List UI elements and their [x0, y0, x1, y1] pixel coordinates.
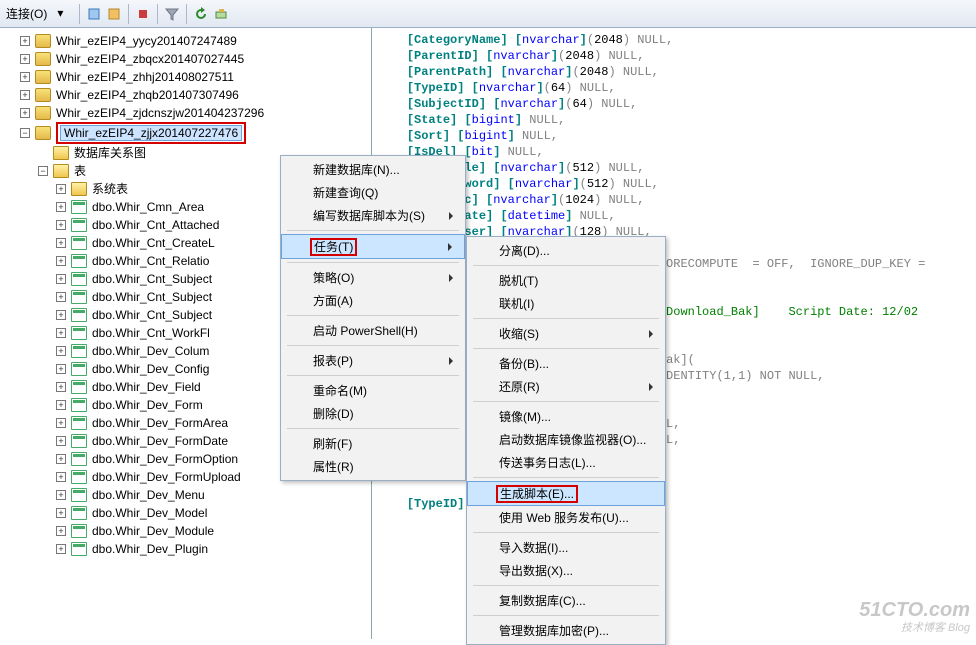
object-explorer-toolbar: 连接(O) ▾ [0, 0, 976, 28]
submenu-import-data[interactable]: 导入数据(I)... [467, 536, 665, 559]
disconnect-icon[interactable] [106, 6, 122, 22]
submenu-publish-web-service[interactable]: 使用 Web 服务发布(U)... [467, 506, 665, 529]
table-icon [71, 362, 87, 376]
menu-script-db-as[interactable]: 编写数据库脚本为(S) [281, 204, 465, 227]
table-icon [71, 416, 87, 430]
submenu-copy-database[interactable]: 复制数据库(C)... [467, 589, 665, 612]
folder-icon [53, 146, 69, 160]
folder-icon [71, 182, 87, 196]
stop-icon[interactable] [135, 6, 151, 22]
submenu-take-offline[interactable]: 脱机(T) [467, 269, 665, 292]
table-icon [71, 254, 87, 268]
filter-icon[interactable] [164, 6, 180, 22]
database-icon [35, 88, 51, 102]
table-icon [71, 218, 87, 232]
table-node[interactable]: +dbo.Whir_Dev_Menu [54, 486, 371, 504]
table-icon [71, 308, 87, 322]
menu-start-powershell[interactable]: 启动 PowerShell(H) [281, 319, 465, 342]
submenu-export-data[interactable]: 导出数据(X)... [467, 559, 665, 582]
refresh-icon[interactable] [193, 6, 209, 22]
db-node[interactable]: +Whir_ezEIP4_zhhj201408027511 [18, 68, 371, 86]
connect-dropdown-icon[interactable]: ▾ [57, 6, 73, 22]
database-icon [35, 34, 51, 48]
submenu-mirror[interactable]: 镜像(M)... [467, 405, 665, 428]
table-icon [71, 344, 87, 358]
table-icon [71, 272, 87, 286]
menu-new-database[interactable]: 新建数据库(N)... [281, 158, 465, 181]
table-icon [71, 398, 87, 412]
submenu-detach[interactable]: 分离(D)... [467, 239, 665, 262]
submenu-generate-scripts[interactable]: 生成脚本(E)... [467, 481, 665, 506]
menu-rename[interactable]: 重命名(M) [281, 379, 465, 402]
submenu-ship-transaction-logs[interactable]: 传送事务日志(L)... [467, 451, 665, 474]
table-icon [71, 542, 87, 556]
submenu-backup[interactable]: 备份(B)... [467, 352, 665, 375]
table-node[interactable]: +dbo.Whir_Dev_Module [54, 522, 371, 540]
submenu-launch-mirror-monitor[interactable]: 启动数据库镜像监视器(O)... [467, 428, 665, 451]
database-icon [35, 106, 51, 120]
table-icon [71, 434, 87, 448]
table-icon [71, 506, 87, 520]
table-icon [71, 380, 87, 394]
connect-label[interactable]: 连接(O) [6, 5, 47, 22]
table-node[interactable]: +dbo.Whir_Dev_Plugin [54, 540, 371, 558]
database-icon [35, 52, 51, 66]
connect-server-icon[interactable] [86, 6, 102, 22]
table-node[interactable]: +dbo.Whir_Dev_Model [54, 504, 371, 522]
menu-properties[interactable]: 属性(R) [281, 455, 465, 478]
menu-reports[interactable]: 报表(P) [281, 349, 465, 372]
watermark: 51CTO.com 技术博客 Blog [859, 601, 970, 637]
db-node[interactable]: +Whir_ezEIP4_zjdcnszjw201404237296 [18, 104, 371, 122]
submenu-bring-online[interactable]: 联机(I) [467, 292, 665, 315]
folder-icon [53, 164, 69, 178]
table-icon [71, 290, 87, 304]
menu-new-query[interactable]: 新建查询(Q) [281, 181, 465, 204]
menu-refresh[interactable]: 刷新(F) [281, 432, 465, 455]
table-icon [71, 470, 87, 484]
registered-servers-icon[interactable] [213, 6, 229, 22]
db-context-menu[interactable]: 新建数据库(N)... 新建查询(Q) 编写数据库脚本为(S) 任务(T) 策略… [280, 155, 466, 481]
database-icon [35, 126, 51, 140]
table-icon [71, 452, 87, 466]
table-icon [71, 236, 87, 250]
menu-tasks[interactable]: 任务(T) [281, 234, 465, 259]
menu-facets[interactable]: 方面(A) [281, 289, 465, 312]
menu-policies[interactable]: 策略(O) [281, 266, 465, 289]
table-icon [71, 326, 87, 340]
submenu-restore[interactable]: 还原(R) [467, 375, 665, 398]
db-node[interactable]: +Whir_ezEIP4_yycy201407247489 [18, 32, 371, 50]
db-node[interactable]: +Whir_ezEIP4_zbqcx201407027445 [18, 50, 371, 68]
table-icon [71, 200, 87, 214]
table-icon [71, 488, 87, 502]
menu-delete[interactable]: 删除(D) [281, 402, 465, 425]
table-icon [71, 524, 87, 538]
db-node-selected[interactable]: −Whir_ezEIP4_zjjx201407227476 [18, 122, 371, 144]
database-icon [35, 70, 51, 84]
tasks-submenu[interactable]: 分离(D)... 脱机(T) 联机(I) 收缩(S) 备份(B)... 还原(R… [466, 236, 666, 645]
db-node[interactable]: +Whir_ezEIP4_zhqb201407307496 [18, 86, 371, 104]
submenu-shrink[interactable]: 收缩(S) [467, 322, 665, 345]
